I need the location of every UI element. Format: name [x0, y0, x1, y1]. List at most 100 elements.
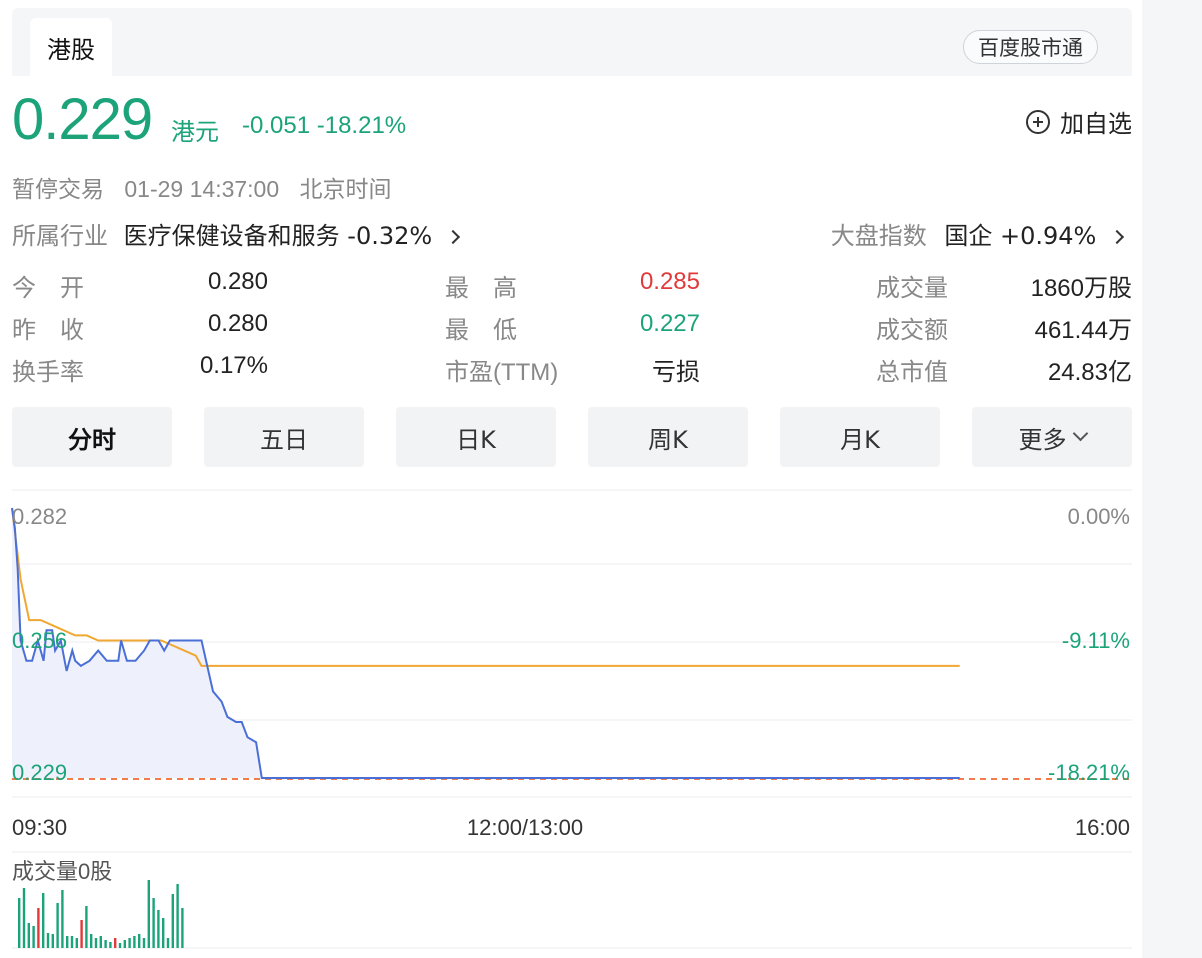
volume-bar: [46, 933, 50, 948]
volume-bar: [157, 910, 160, 948]
volume-bar: [18, 898, 21, 948]
volume-bar: [147, 880, 150, 948]
volume-bar: [27, 923, 30, 948]
status-timezone: 北京时间: [299, 176, 392, 202]
volume-bar: [42, 893, 45, 948]
change-percent: -18.21%: [316, 112, 407, 139]
index-label: 大盘指数: [830, 222, 927, 250]
plus-circle-icon: [1026, 109, 1050, 134]
volume-bar: [171, 894, 174, 948]
intraday-chart[interactable]: 0.282 0.256 0.229 0.00% -9.11% -18.21% 0…: [0, 480, 1142, 958]
status-state: 暂停交易: [12, 176, 104, 202]
stat-value: 461.44万: [1034, 317, 1132, 344]
stat-label: 总市值: [876, 359, 948, 386]
stat-label: 市盈(TTM): [445, 359, 559, 386]
tab-bar: 港股 百度股市通: [12, 8, 1132, 76]
chevron-right-icon: [1109, 229, 1125, 245]
tab-daily-k[interactable]: 日K: [396, 407, 556, 467]
stat-value: 0.285: [639, 268, 700, 295]
chevron-down-icon: [1072, 425, 1088, 441]
volume-bar: [133, 936, 136, 948]
stat-value: 1860万股: [1030, 275, 1132, 302]
industry-link[interactable]: 所属行业 医疗保健设备和服务 -0.32%: [12, 216, 460, 251]
chevron-right-icon: [445, 229, 460, 245]
industry-pct: -0.32%: [347, 222, 433, 250]
price-area-fill: [12, 508, 960, 778]
volume-bar: [90, 934, 93, 948]
stat-value: 0.17%: [199, 352, 268, 379]
volume-bar: [142, 938, 146, 948]
tab-intraday[interactable]: 分时: [12, 407, 172, 467]
volume-bar: [51, 934, 54, 948]
baidu-stock-link[interactable]: 百度股市通: [963, 30, 1098, 64]
tab-more[interactable]: 更多: [972, 407, 1132, 467]
volume-bar: [61, 890, 64, 948]
volume-label: 成交量0股: [12, 859, 112, 884]
volume-bar: [166, 938, 170, 948]
x-tick-close: 16:00: [1075, 815, 1130, 840]
market-index-link[interactable]: 大盘指数 国企 +0.94%: [830, 216, 1125, 251]
pct-tick-bottom: -18.21%: [1048, 760, 1130, 785]
stat-value: 0.280: [207, 268, 268, 295]
pct-tick-mid: -9.11%: [1062, 628, 1130, 653]
right-gutter: [1142, 0, 1202, 958]
stat-label: 成交量: [876, 275, 948, 302]
tab-five-day[interactable]: 五日: [204, 407, 364, 467]
volume-bar: [176, 884, 179, 948]
stat-label: 换手率: [12, 359, 84, 386]
industry-label: 所属行业: [12, 222, 108, 250]
tab-more-label: 更多: [1018, 425, 1067, 454]
add-watchlist-label: 加自选: [1060, 110, 1132, 138]
status-time: 01-29 14:37:00: [124, 176, 280, 202]
stat-value: 亏损: [652, 359, 700, 386]
y-tick-top: 0.282: [12, 504, 67, 529]
volume-bar: [66, 936, 69, 948]
y-tick-mid: 0.256: [12, 628, 67, 653]
volume-bar: [114, 938, 117, 948]
stat-label: 最 高: [445, 275, 517, 302]
volume-bar: [109, 942, 112, 948]
volume-bar: [128, 938, 131, 948]
volume-bar: [118, 943, 122, 948]
volume-bar: [104, 940, 107, 948]
volume-bar: [94, 938, 98, 948]
volume-bar: [22, 888, 26, 948]
trading-status: 暂停交易 01-29 14:37:00 北京时间: [12, 170, 406, 204]
currency-unit: 港元: [171, 118, 219, 146]
volume-bar: [80, 920, 83, 948]
index-name: 国企: [944, 222, 993, 250]
stat-label: 今 开: [12, 275, 84, 302]
volume-bar: [56, 903, 59, 948]
volume-bar: [181, 908, 184, 948]
x-tick-open: 09:30: [12, 815, 67, 840]
stat-label: 最 低: [445, 317, 517, 344]
stat-value: 0.280: [207, 310, 268, 337]
volume-bar: [32, 926, 35, 948]
volume-bar: [37, 908, 40, 948]
volume-bar: [162, 918, 165, 948]
tab-weekly-k[interactable]: 周K: [588, 407, 748, 467]
add-watchlist-button[interactable]: 加自选: [1026, 104, 1132, 139]
stat-label: 昨 收: [12, 317, 84, 344]
stat-value: 0.227: [639, 310, 700, 337]
stat-value: 24.83亿: [1047, 359, 1132, 386]
change-amount: -0.051: [242, 112, 311, 139]
stat-label: 成交额: [876, 317, 948, 344]
pct-tick-top: 0.00%: [1068, 504, 1130, 529]
volume-bar: [123, 940, 126, 948]
tab-hk-stocks[interactable]: 港股: [30, 18, 112, 76]
x-tick-midday: 12:00/13:00: [467, 815, 583, 840]
y-tick-bottom: 0.229: [12, 760, 67, 785]
current-price: 0.229: [12, 87, 153, 152]
volume-bar: [152, 898, 155, 948]
industry-name: 医疗保健设备和服务: [123, 222, 340, 250]
volume-bar: [75, 938, 78, 948]
volume-bar: [70, 936, 74, 948]
index-pct: +0.94%: [1000, 222, 1097, 250]
tab-monthly-k[interactable]: 月K: [780, 407, 940, 467]
volume-bar: [99, 936, 102, 948]
price-change: -0.051 -18.21%: [242, 112, 406, 140]
volume-bar: [138, 934, 141, 948]
volume-bar: [85, 906, 88, 948]
volume-bars: [18, 880, 184, 948]
